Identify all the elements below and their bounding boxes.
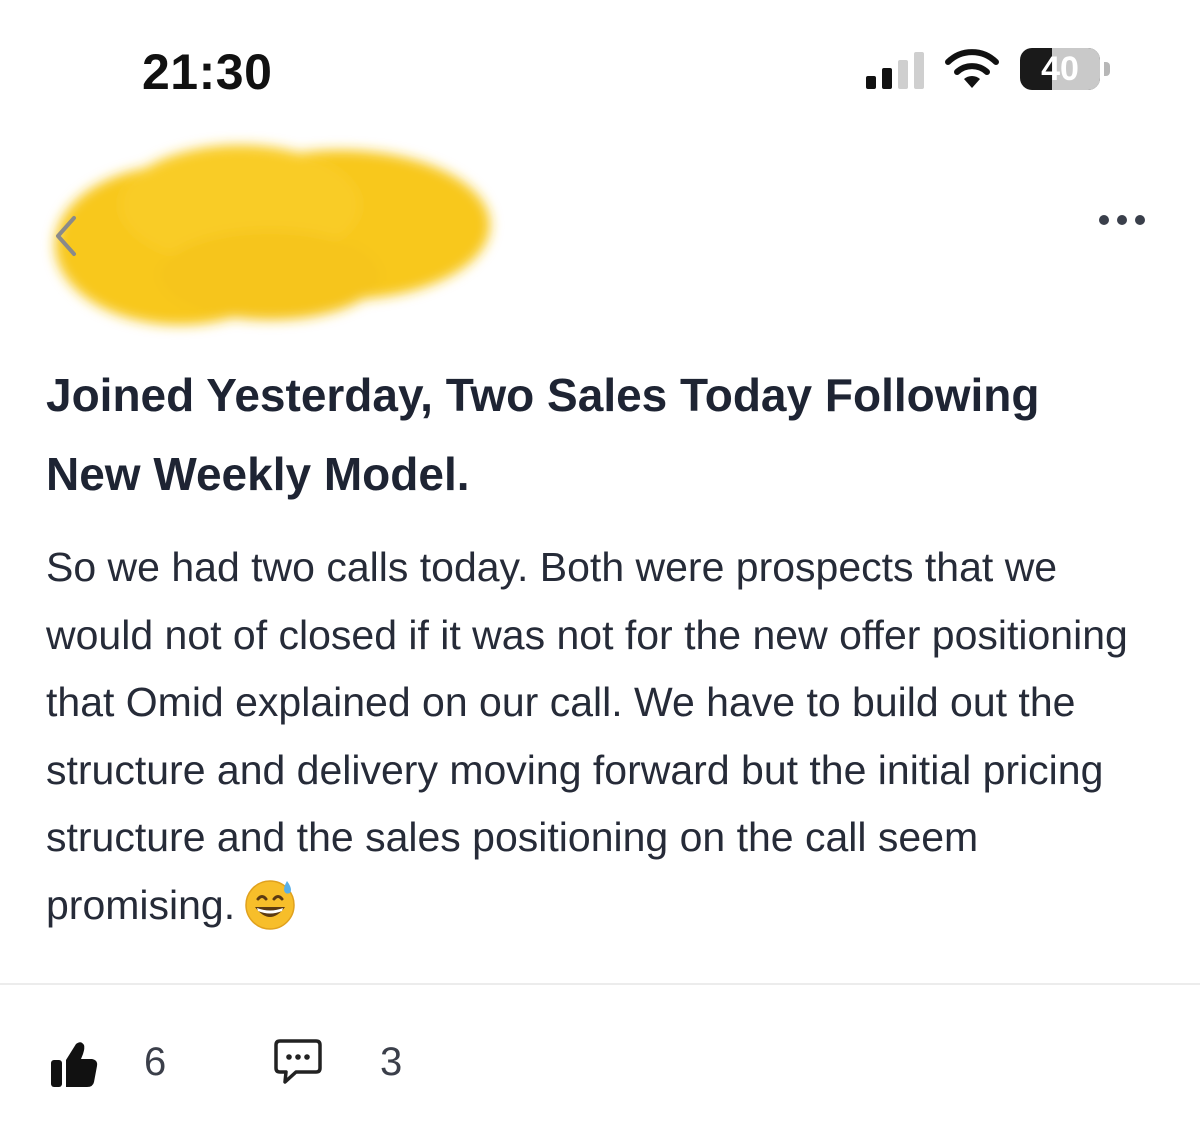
comment-button[interactable]: 3 [272, 1030, 432, 1094]
like-count: 6 [144, 1040, 167, 1084]
chevron-left-icon[interactable] [48, 208, 84, 264]
battery-indicator: 40 [1020, 48, 1112, 92]
like-button[interactable]: 6 [48, 1030, 198, 1094]
battery-cap [1104, 62, 1110, 76]
post-body-text: So we had two calls today. Both were pro… [46, 544, 1128, 928]
status-time: 21:30 [142, 44, 273, 100]
post-title: Joined Yesterday, Two Sales Today Follow… [46, 369, 1040, 500]
more-horizontal-icon[interactable] [1094, 208, 1150, 232]
cellular-signal-icon [866, 52, 924, 89]
divider [0, 983, 1200, 985]
thumbs-up-icon [51, 1042, 98, 1087]
comment-bubble-icon [274, 1039, 322, 1084]
comment-count: 3 [380, 1040, 403, 1084]
battery-body: 40 [1020, 48, 1100, 90]
wifi-icon [945, 49, 999, 88]
battery-level: 40 [1041, 50, 1079, 88]
post-body: So we had two calls today. Both were pro… [46, 534, 1160, 939]
grinning-face-with-sweat-icon [245, 879, 295, 930]
redaction-scribble [55, 145, 490, 325]
